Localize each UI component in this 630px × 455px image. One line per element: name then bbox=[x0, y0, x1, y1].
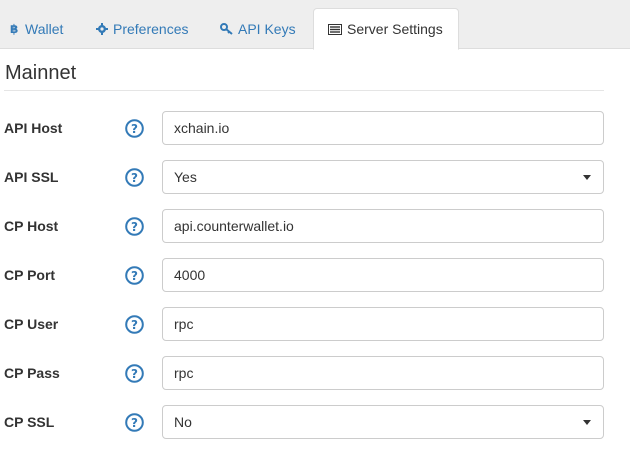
key-icon bbox=[220, 22, 233, 35]
tab-server-settings[interactable]: Server Settings bbox=[313, 8, 459, 50]
cp-ssl-select[interactable]: No bbox=[162, 405, 604, 439]
tab-label: Server Settings bbox=[347, 21, 443, 37]
tab-api-keys[interactable]: API Keys bbox=[212, 8, 304, 49]
svg-text:?: ? bbox=[131, 122, 138, 136]
setting-row-api-ssl: API SSL ? Yes bbox=[0, 160, 630, 194]
settings-tabbar: ฿ Wallet Preferences API Keys Server Set… bbox=[0, 0, 630, 50]
svg-text:?: ? bbox=[131, 416, 138, 430]
field-label: CP Pass bbox=[4, 365, 60, 381]
cp-pass-input[interactable]: rpc bbox=[162, 356, 604, 390]
field-label: CP User bbox=[4, 316, 59, 332]
setting-row-api-host: API Host ? xchain.io bbox=[0, 111, 630, 145]
section-title: Mainnet bbox=[5, 62, 77, 84]
help-icon[interactable]: ? bbox=[125, 168, 144, 187]
svg-text:?: ? bbox=[131, 171, 138, 185]
svg-text:?: ? bbox=[131, 318, 138, 332]
field-label: CP Host bbox=[4, 218, 59, 234]
help-icon[interactable]: ? bbox=[125, 315, 144, 334]
field-label: API SSL bbox=[4, 169, 59, 185]
server-icon bbox=[328, 23, 342, 35]
setting-row-cp-port: CP Port ? 4000 bbox=[0, 258, 630, 292]
cp-host-input[interactable]: api.counterwallet.io bbox=[162, 209, 604, 243]
help-icon[interactable]: ? bbox=[125, 413, 144, 432]
api-ssl-select[interactable]: Yes bbox=[162, 160, 604, 194]
setting-row-cp-user: CP User ? rpc bbox=[0, 307, 630, 341]
help-icon[interactable]: ? bbox=[125, 266, 144, 285]
tab-label: API Keys bbox=[238, 20, 296, 37]
api-host-input[interactable]: xchain.io bbox=[162, 111, 604, 145]
setting-row-cp-pass: CP Pass ? rpc bbox=[0, 356, 630, 390]
svg-text:?: ? bbox=[131, 367, 138, 381]
section-divider bbox=[4, 90, 604, 91]
cp-port-input[interactable]: 4000 bbox=[162, 258, 604, 292]
tab-label: Preferences bbox=[113, 20, 189, 37]
svg-text:?: ? bbox=[131, 220, 138, 234]
field-label: API Host bbox=[4, 120, 63, 136]
caret-down-icon bbox=[583, 175, 591, 180]
setting-row-cp-host: CP Host ? api.counterwallet.io bbox=[0, 209, 630, 243]
tab-preferences[interactable]: Preferences bbox=[88, 8, 196, 49]
tab-wallet[interactable]: ฿ Wallet bbox=[2, 8, 71, 49]
caret-down-icon bbox=[583, 420, 591, 425]
gear-icon bbox=[96, 22, 108, 35]
help-icon[interactable]: ? bbox=[125, 364, 144, 383]
cp-user-input[interactable]: rpc bbox=[162, 307, 604, 341]
field-label: CP Port bbox=[4, 267, 56, 283]
help-icon[interactable]: ? bbox=[125, 217, 144, 236]
setting-row-cp-ssl: CP SSL ? No bbox=[0, 405, 630, 439]
svg-text:฿: ฿ bbox=[10, 22, 18, 35]
help-icon[interactable]: ? bbox=[125, 119, 144, 138]
svg-text:?: ? bbox=[131, 269, 138, 283]
tab-label: Wallet bbox=[25, 20, 64, 37]
bitcoin-icon: ฿ bbox=[10, 22, 20, 35]
field-label: CP SSL bbox=[4, 414, 55, 430]
